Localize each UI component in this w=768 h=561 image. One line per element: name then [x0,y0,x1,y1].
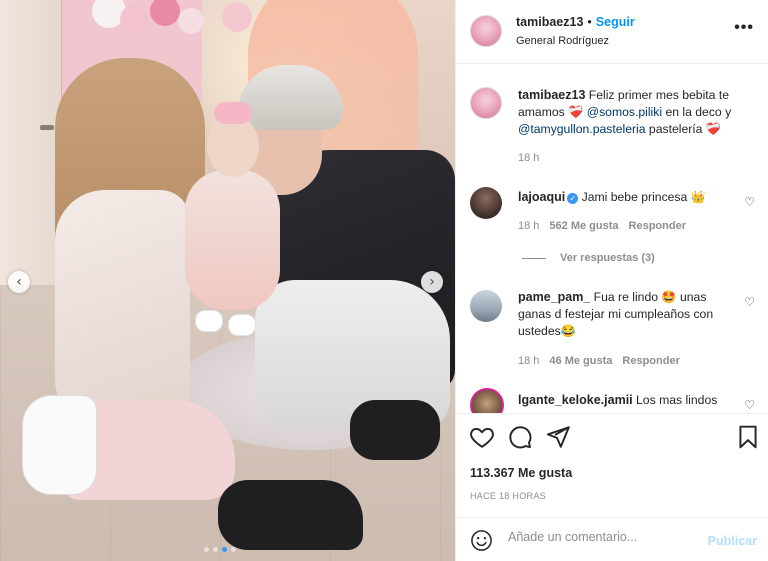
carousel-indicator [204,547,236,552]
baby-shoe [228,314,256,336]
balloon [178,8,204,34]
add-comment-bar: Publicar [456,517,768,561]
comment-body: Fua re lindo [593,290,662,304]
balloon [120,5,148,33]
comment-text: pame_pam_ Fua re lindo 🤩 unas ganas d fe… [518,289,725,340]
post-time: HACE 18 HORAS [470,491,546,501]
view-replies-label: Ver respuestas (3) [560,252,655,264]
post-location[interactable]: General Rodríguez [516,35,609,47]
comment-bubble-icon[interactable] [507,424,533,450]
carousel-prev-button[interactable]: ‹ [8,271,30,293]
man-shoe [218,480,363,550]
baby-bow [214,102,252,124]
man-shoe [350,400,440,460]
share-paper-plane-icon[interactable] [545,424,571,450]
comment-item: lgante_keloke.jamii Los mas lindos ♡ [470,386,755,413]
emoji-picker-icon[interactable] [470,529,493,552]
comment-meta: 18 h 46 Me gusta Responder [518,355,680,367]
post-photo[interactable]: ‹ › [0,0,455,561]
door [0,0,62,290]
comment-username[interactable]: pame_pam_ [518,290,590,304]
comment-meta: 18 h 562 Me gusta Responder [518,220,686,232]
reply-button[interactable]: Responder [622,355,679,367]
caption-text: tamibaez13 Feliz primer mes bebita te am… [518,87,755,138]
comment-text: lajoaqui ✓ Jami bebe princesa 👑 [518,189,725,206]
caption: tamibaez13 Feliz primer mes bebita te am… [470,85,755,175]
like-comment-heart-icon[interactable]: ♡ [744,295,755,309]
star-eyes-emoji: 🤩 [661,290,677,304]
like-comment-heart-icon[interactable]: ♡ [744,398,755,412]
caption-text-part: pastelería [645,122,706,136]
post-header: tamibaez13 • Seguir General Rodríguez ••• [456,0,768,64]
comment-body: Los mas lindos [636,393,718,407]
author-username[interactable]: tamibaez13 [516,15,583,29]
baby [185,170,280,310]
publish-button[interactable]: Publicar [708,534,757,548]
carousel-dot [204,547,209,552]
balloon [222,2,252,32]
baby-shoe [195,310,223,332]
post-actions: 113.367 Me gusta HACE 18 HORAS [456,413,768,517]
comment-avatar[interactable] [470,388,504,413]
post-sidebar: tamibaez13 • Seguir General Rodríguez ••• … [455,0,768,561]
like-comment-heart-icon[interactable]: ♡ [744,195,755,209]
caption-avatar[interactable] [470,87,502,119]
comment-body: Jami bebe princesa [581,190,691,204]
mention-link[interactable]: @somos.piliki [587,105,662,119]
crown-emoji: 👑 [690,190,706,204]
caption-text-part: en la deco y [662,105,732,119]
comment-likes[interactable]: 46 Me gusta [549,355,612,367]
comment-avatar[interactable] [470,187,502,219]
heart-emoji: ❤️‍🩹 [568,105,584,119]
comment-username[interactable]: lgante_keloke.jamii [518,393,633,407]
reply-button[interactable]: Responder [629,220,686,232]
comment-likes[interactable]: 562 Me gusta [549,220,618,232]
author-avatar[interactable] [470,15,502,47]
mention-link[interactable]: @tamygullon.pasteleria [518,122,646,136]
door-handle [40,125,54,130]
comment-input[interactable] [508,530,698,544]
likes-count[interactable]: 113.367 Me gusta [470,466,572,480]
carousel-dot [231,547,236,552]
comment-text: lgante_keloke.jamii Los mas lindos [518,392,725,409]
comment-item: lajoaqui ✓ Jami bebe princesa 👑 18 h 562 M… [470,186,755,246]
save-bookmark-icon[interactable] [735,424,761,450]
laughing-emoji: 😂 [560,324,576,338]
comment-avatar[interactable] [470,290,502,322]
carousel-dot [222,547,227,552]
view-replies-button[interactable]: Ver respuestas (3) [522,252,655,264]
comment-item: pame_pam_ Fua re lindo 🤩 unas ganas d fe… [470,289,755,369]
verified-badge-icon: ✓ [567,193,579,204]
baby-head [207,115,259,177]
heart-emoji: ❤️‍🩹 [705,122,722,136]
follow-button[interactable]: Seguir [596,15,635,29]
comment-username[interactable]: lajoaqui [518,190,565,204]
more-options-icon[interactable]: ••• [734,19,754,37]
woman-sneaker [22,395,97,495]
caption-timestamp: 18 h [518,152,540,164]
separator-dot: • [587,15,592,29]
carousel-dot [213,547,218,552]
carousel-next-button[interactable]: › [421,271,443,293]
replies-divider [522,257,546,259]
comment-time: 18 h [518,355,540,367]
like-heart-icon[interactable] [469,424,495,450]
comments-section: tamibaez13 Feliz primer mes bebita te am… [456,64,768,413]
comment-time: 18 h [518,220,540,232]
woman-jacket [55,190,190,420]
author-line: tamibaez13 • Seguir [516,15,635,29]
caption-username[interactable]: tamibaez13 [518,88,585,102]
